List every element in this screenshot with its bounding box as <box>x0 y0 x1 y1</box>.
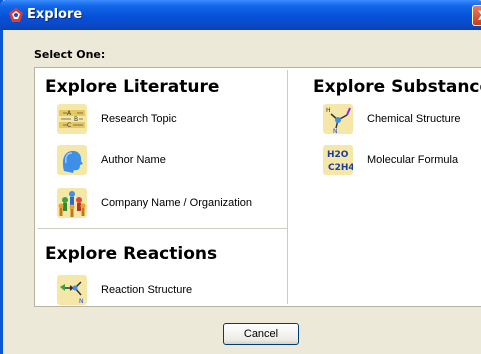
option-label: Reaction Structure <box>101 284 193 296</box>
option-label: Chemical Structure <box>367 113 461 125</box>
horizontal-divider <box>38 228 287 229</box>
option-label: Author Name <box>101 154 166 166</box>
close-button[interactable]: X <box>472 5 481 26</box>
option-author-name[interactable]: Author Name <box>57 145 166 175</box>
svg-text:H: H <box>326 107 331 114</box>
molecular-formula-icon: H2O C2H4 <box>323 145 353 175</box>
app-logo-icon <box>9 8 23 22</box>
people-group-icon <box>57 188 87 218</box>
option-molecular-formula[interactable]: H2O C2H4 Molecular Formula <box>323 145 458 175</box>
window-title: Explore <box>27 7 83 22</box>
section-title-substances: Explore Substances <box>313 77 481 97</box>
svg-text:N: N <box>79 298 84 305</box>
option-reaction-structure[interactable]: N Reaction Structure <box>57 275 192 305</box>
section-title-literature: Explore Literature <box>45 77 220 97</box>
option-research-topic[interactable]: A B C Research Topic <box>57 104 177 134</box>
research-topic-icon: A B C <box>57 104 87 134</box>
section-title-reactions: Explore Reactions <box>45 244 218 264</box>
option-label: Company Name / Organization <box>101 197 253 209</box>
svg-text:N: N <box>333 128 338 134</box>
author-head-icon <box>57 145 87 175</box>
chemical-structure-icon: H N <box>323 104 353 134</box>
reaction-structure-icon: N <box>57 275 87 305</box>
title-bar[interactable]: Explore X <box>0 0 481 30</box>
formula-top-text: H2O <box>327 150 349 160</box>
select-prompt: Select One: <box>34 48 106 61</box>
option-company-name[interactable]: Company Name / Organization <box>57 188 252 218</box>
option-label: Research Topic <box>101 113 177 125</box>
option-chemical-structure[interactable]: H N Chemical Structure <box>323 104 461 134</box>
vertical-divider <box>287 70 288 304</box>
formula-bottom-text: C2H4 <box>328 163 353 173</box>
svg-text:B: B <box>74 116 78 123</box>
svg-text:C: C <box>67 122 71 129</box>
cancel-button[interactable]: Cancel <box>223 323 299 345</box>
option-label: Molecular Formula <box>367 154 459 166</box>
options-panel <box>34 67 481 307</box>
